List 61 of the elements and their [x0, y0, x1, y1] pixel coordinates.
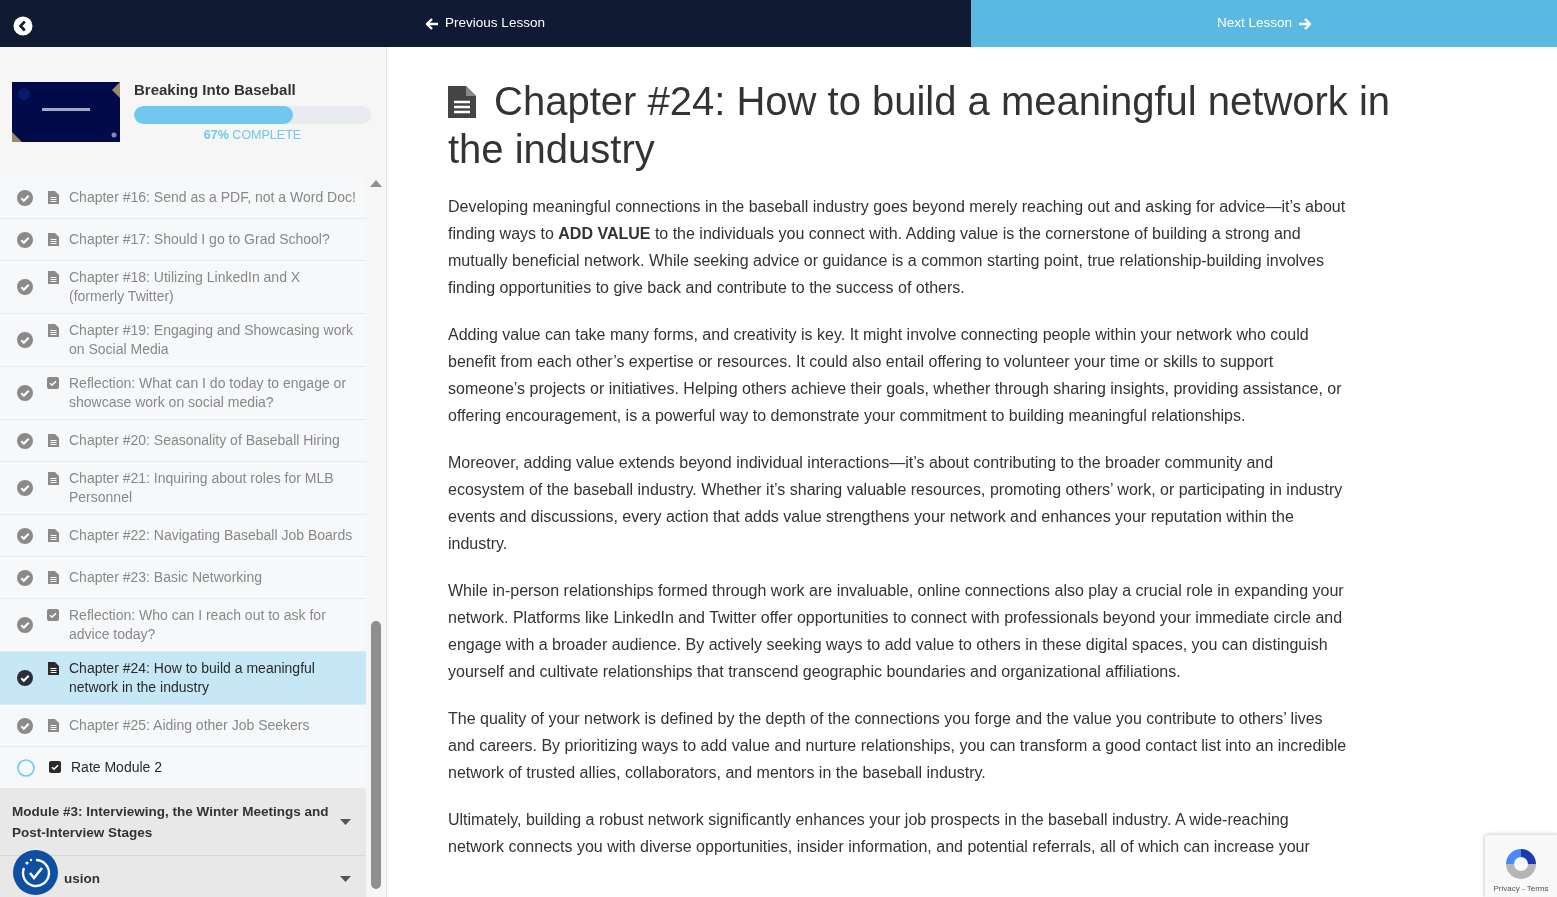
lesson-item[interactable]: Chapter #21: Inquiring about roles for MLB Personnel — [0, 462, 366, 515]
body-paragraph: Moreover, adding value extends beyond individual interactions—it’s about contributing to the broader community and ecosystem of the baseball industry. Whether it’s sharing valuable resources, promoting others’ work, or participating in industry events and discussions, every action that adds value strengthens your network and enhances your reputation within the industry. — [448, 453, 1344, 554]
lesson-item[interactable]: Chapter #20: Seasonality of Baseball Hiring — [0, 420, 366, 462]
lesson-title: Chapter #16: Send as a PDF, not a Word Doc! — [69, 188, 356, 207]
lesson-item[interactable]: Chapter #23: Basic Networking — [0, 557, 366, 599]
privacy-terms-link[interactable]: Privacy - Terms — [1493, 883, 1549, 895]
document-icon — [47, 191, 59, 204]
lesson-title: Chapter #19: Engaging and Showcasing work on Social Media — [69, 321, 355, 359]
lesson-heading: Chapter #24: How to build a meaningful network in the industry — [448, 78, 1392, 173]
progress-text: 67% COMPLETE — [202, 127, 303, 145]
lesson-title: Chapter #17: Should I go to Grad School? — [69, 230, 330, 249]
lesson-item[interactable]: Chapter #22: Navigating Baseball Job Boards — [0, 515, 366, 557]
document-icon — [47, 529, 59, 542]
lesson-item[interactable]: Chapter #17: Should I go to Grad School? — [0, 219, 366, 261]
document-icon — [47, 662, 59, 675]
module-header[interactable]: Module #3: Interviewing, the Winter Meetings and Post-Interview Stages — [0, 789, 366, 856]
module-title: usion — [64, 870, 101, 888]
lesson-title: Reflection: What can I do today to engage or showcase work on social media? — [69, 374, 348, 412]
body-paragraph: Ultimately, building a robust network significantly enhances your job prospects in the baseball industry. A wide-reaching network connects you with diverse opportunities, insider information, and potential referrals, all of which can increase your — [448, 810, 1311, 857]
lesson-title: Chapter #22: Navigating Baseball Job Boards — [69, 526, 353, 545]
document-icon — [47, 434, 59, 447]
body-paragraph: Adding value can take many forms, and creativity is key. It might involve connecting people within your network who could benefit from each other’s expertise or resources. It could also entail offering to volunteer your time or skills to support someone’s projects or initiatives. Helping others achieve their goals, whether through sharing insights, providing assistance, or offering encouragement, is a powerful way to demonstrate your commitment to building meaningful relationships. — [448, 325, 1343, 426]
document-icon — [47, 324, 59, 337]
lesson-item[interactable]: Rate Module 2 — [0, 747, 366, 789]
document-icon — [47, 233, 59, 246]
document-icon — [47, 472, 59, 485]
document-icon — [448, 86, 476, 118]
lesson-title: Chapter #25: Aiding other Job Seekers — [69, 716, 310, 735]
body-paragraph: The quality of your network is defined by the depth of the connections you forge and the value you contribute to others’ lives and careers. By prioritizing ways to add value and nurture relationships, you can transform a good contact list into an incredible network of trusted allies, collaborators, and mentors in the baseball industry. — [448, 709, 1348, 783]
module-title: Module #3: Interviewing, the Winter Meetings and Post-Interview Stages — [12, 803, 330, 842]
lesson-item[interactable]: Reflection: What can I do today to engage or showcase work on social media? — [0, 367, 366, 420]
course-title: Breaking Into Baseball — [134, 79, 297, 100]
scrollbar-thumb[interactable] — [371, 621, 381, 889]
document-icon — [47, 271, 59, 284]
document-icon — [47, 719, 59, 732]
lesson-title: Chapter #20: Seasonality of Baseball Hiring — [69, 431, 340, 450]
lesson-title: Chapter #18: Utilizing LinkedIn and X (formerly Twitter) — [69, 268, 302, 306]
next-lesson-button[interactable]: Next Lesson — [1208, 9, 1319, 38]
lesson-item[interactable]: Chapter #25: Aiding other Job Seekers — [0, 705, 366, 747]
lesson-title: Chapter #21: Inquiring about roles for MLB Personnel — [69, 469, 335, 507]
lesson-item[interactable]: Reflection: Who can I reach out to ask for advice today? — [0, 599, 366, 652]
back-icon — [13, 15, 33, 36]
arrow-left-icon — [426, 17, 440, 30]
lesson-item[interactable]: Chapter #16: Send as a PDF, not a Word Doc! — [0, 177, 366, 219]
scroll-up-icon[interactable] — [369, 179, 383, 188]
lesson-title: Chapter #23: Basic Networking — [69, 568, 262, 587]
lesson-item[interactable]: Chapter #19: Engaging and Showcasing work on Social Media — [0, 314, 366, 367]
lesson-title: Reflection: Who can I reach out to ask for advice today? — [69, 606, 327, 644]
body-paragraph: Developing meaningful connections in the baseball industry goes beyond merely reaching out and asking for advice—it’s about finding ways to ADD VALUE to the individuals you connect with. Adding value is the cornerstone of building a strong and mutually beneficial network. While seeking advice or guidance is a common starting point, true relationship-building involves finding opportunities to give back and contribute to the success of others. — [448, 197, 1347, 298]
body-paragraph: While in-person relationships formed through work are invaluable, online connections also play a crucial role in expanding your network. Platforms like LinkedIn and Twitter offer opportunities to connect with professionals beyond your immediate circle and engage with a broader audience. By actively seeking ways to add value to others in these digital spaces, you can distinguish yourself and cultivate relationships that transcend geographic boundaries and organizational affiliations. — [448, 581, 1345, 682]
lesson-title: Rate Module 2 — [71, 758, 163, 777]
lesson-item[interactable]: Chapter #18: Utilizing LinkedIn and X (formerly Twitter) — [0, 261, 366, 314]
checkbox-icon — [47, 377, 59, 389]
module-header[interactable]: usion — [0, 856, 366, 897]
arrow-right-icon — [1298, 17, 1311, 30]
document-icon — [47, 571, 59, 584]
previous-lesson-button[interactable]: Previous Lesson — [418, 9, 553, 38]
checkbox-icon — [49, 761, 61, 773]
lesson-item[interactable]: Chapter #24: How to build a meaningful network in the industry — [0, 652, 366, 705]
lesson-title: Chapter #24: How to build a meaningful network in the industry — [69, 659, 316, 697]
checkbox-icon — [47, 609, 59, 621]
